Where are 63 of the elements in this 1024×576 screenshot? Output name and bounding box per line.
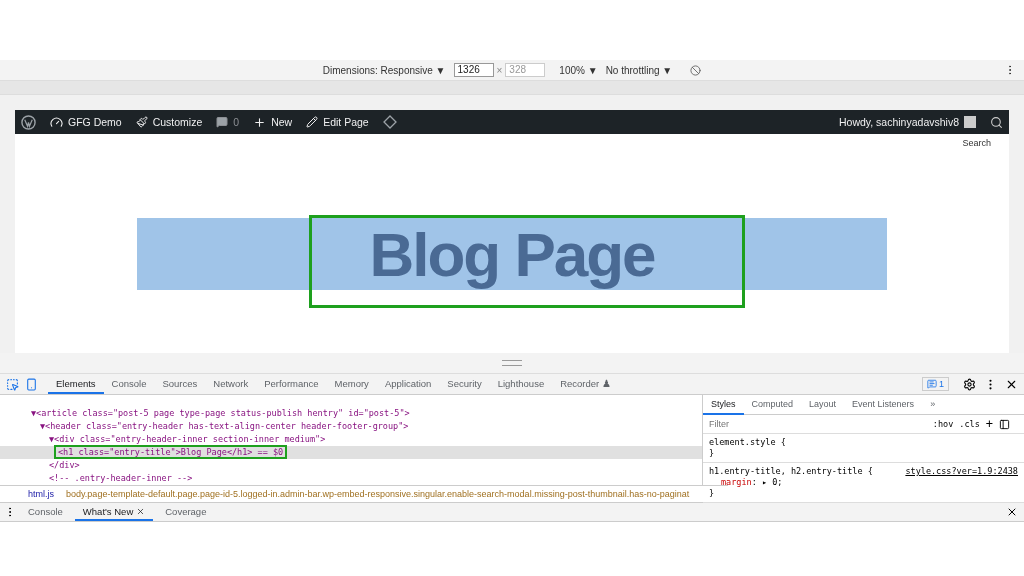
devtools-tab[interactable]: Memory	[326, 374, 377, 394]
times-sign: ×	[496, 64, 503, 76]
close-icon[interactable]	[136, 506, 146, 516]
issues-badge[interactable]: 1	[922, 377, 949, 391]
styles-tab[interactable]: Event Listeners	[844, 394, 923, 415]
howdy-link[interactable]: Howdy, sachinyadavshiv8	[838, 116, 976, 128]
css-selector: h1.entry-title, h2.entry-title {	[709, 466, 873, 477]
devtools-tab[interactable]: Elements	[48, 374, 104, 394]
devtools-tab[interactable]: Application	[376, 374, 440, 394]
devtools-tab[interactable]: Sources	[154, 374, 206, 394]
css-value: : ▸ 0;	[751, 477, 783, 487]
drawer-tab[interactable]: Console	[20, 503, 71, 521]
dom-line[interactable]: </div>	[0, 459, 702, 472]
stylesheet-link[interactable]: style.css?ver=1.9:2438	[905, 466, 1018, 477]
inspect-icon[interactable]	[6, 377, 19, 391]
sidebar-toggle-icon[interactable]	[999, 418, 1010, 430]
search-icon[interactable]	[990, 115, 1003, 129]
dom-line[interactable]: ▼<div class="entry-header-inner section-inner medium">	[0, 433, 702, 446]
styles-tab[interactable]: Computed	[743, 394, 802, 415]
pencil-icon	[306, 116, 319, 128]
settings-icon[interactable]	[963, 377, 976, 391]
add-rule-button[interactable]: +	[985, 417, 993, 431]
admin-bar-item[interactable]: New	[253, 115, 293, 129]
devtools-tab[interactable]: Recorder ♟	[552, 374, 619, 394]
drawer-tab[interactable]: What's New	[74, 503, 154, 521]
css-selector: element.style {	[709, 437, 786, 448]
devtools-tab[interactable]: Console	[103, 374, 155, 394]
drawer-tab[interactable]: Coverage	[157, 503, 215, 521]
diamond-icon[interactable]	[382, 115, 397, 129]
device-icon[interactable]	[25, 377, 38, 391]
cls-button[interactable]: .cls	[959, 419, 980, 429]
styles-tab[interactable]: »	[922, 394, 944, 415]
styles-tab[interactable]: Layout	[801, 394, 845, 415]
resize-handle[interactable]	[502, 360, 522, 366]
dashboard-icon	[50, 115, 63, 129]
comment-icon	[216, 116, 229, 128]
devtools-tab[interactable]: Network	[205, 374, 257, 394]
admin-bar-item[interactable]: Customize	[135, 116, 203, 128]
search-label: Search	[962, 138, 991, 148]
dom-line[interactable]: ▼<header class="entry-header has-text-align-center header-footer-group">	[0, 420, 702, 433]
admin-bar-item[interactable]: 0	[216, 116, 240, 128]
plus-icon	[253, 115, 267, 129]
page-title: Blog Page	[369, 218, 655, 290]
breadcrumb[interactable]: body.page-template-default.page.page-id-5.logged-in.admin-bar.wp-embed-responsive.singular.enable-search-modal.missing-post-thumbnail.has-no-paginat	[66, 489, 690, 499]
devtools-tab[interactable]: Performance	[256, 374, 327, 394]
breadcrumb[interactable]: html.js	[28, 489, 54, 499]
dimensions-dropdown[interactable]: Dimensions: Responsive ▼	[322, 64, 446, 76]
throttling-dropdown[interactable]: No throttling ▼	[605, 64, 673, 76]
devtools-tab[interactable]: Security	[439, 374, 490, 394]
dom-line[interactable]: <!-- .entry-header-inner -->	[0, 472, 702, 485]
devtools-tab[interactable]: Lighthouse	[489, 374, 553, 394]
css-property: margin	[721, 477, 752, 487]
admin-bar-item[interactable]: Edit Page	[306, 116, 369, 128]
css-brace: }	[709, 488, 715, 498]
wordpress-logo-icon[interactable]	[21, 114, 36, 130]
zoom-dropdown[interactable]: 100% ▼	[559, 64, 598, 76]
hov-button[interactable]: :hov	[932, 419, 954, 429]
brush-icon	[135, 116, 148, 128]
admin-bar-item[interactable]: GFG Demo	[50, 115, 122, 129]
css-brace: }	[709, 448, 715, 458]
close-icon[interactable]	[1006, 506, 1018, 518]
dom-line[interactable]: ▼<article class="post-5 page type-page status-publish hentry" id="post-5">	[0, 407, 702, 420]
width-field[interactable]: 1326	[453, 63, 494, 77]
